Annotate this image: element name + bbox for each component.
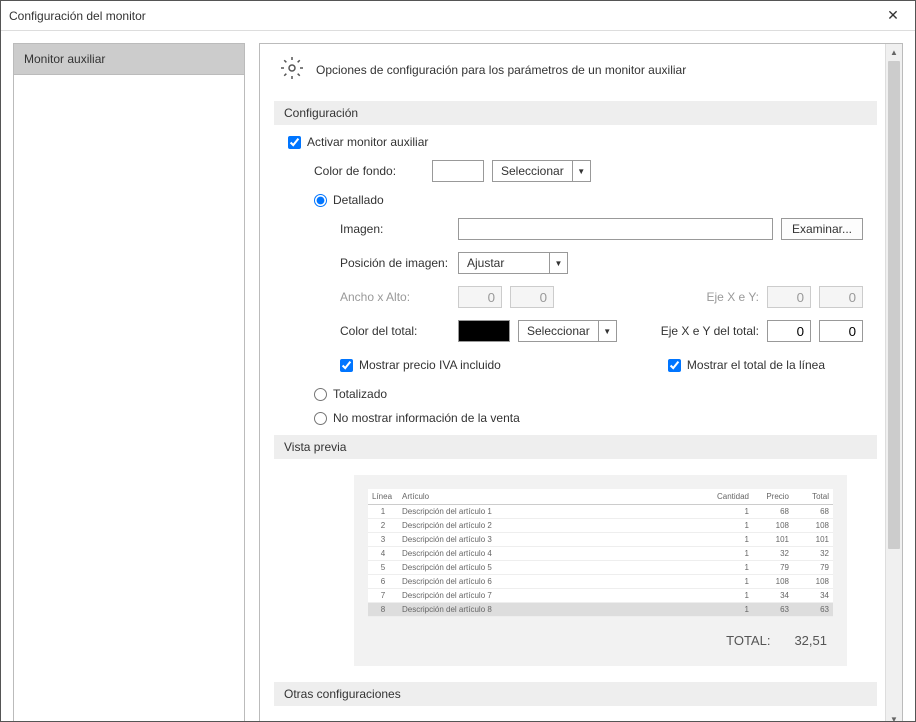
content-panel: Opciones de configuración para los parám…: [259, 43, 903, 721]
image-pos-select[interactable]: Ajustar ▼: [458, 252, 568, 274]
panel-header: Opciones de configuración para los parám…: [274, 56, 877, 83]
scroll-thumb[interactable]: [888, 61, 900, 549]
bg-color-swatch: [432, 160, 484, 182]
activate-monitor-checkbox[interactable]: [288, 136, 301, 149]
table-row: 6Descripción del artículo 61108108: [368, 575, 833, 589]
dims-label: Ancho x Alto:: [340, 290, 450, 304]
image-row: Imagen: Examinar...: [340, 217, 863, 241]
table-row: 3Descripción del artículo 31101101: [368, 533, 833, 547]
image-pos-row: Posición de imagen: Ajustar ▼: [340, 251, 863, 275]
sidebar-item-monitor-auxiliar[interactable]: Monitor auxiliar: [14, 44, 244, 75]
show-flags-row: Mostrar precio IVA incluido Mostrar el t…: [340, 353, 863, 377]
close-button[interactable]: ✕: [879, 6, 907, 26]
mode-detailed-label: Detallado: [333, 193, 384, 207]
mode-totalized-label: Totalizado: [333, 387, 387, 401]
preview-total-value: 32,51: [794, 633, 827, 648]
show-iva-checkbox[interactable]: [340, 359, 353, 372]
col-article: Artículo: [398, 489, 703, 505]
browse-button[interactable]: Examinar...: [781, 218, 863, 240]
mode-totalized-radio[interactable]: [314, 388, 327, 401]
table-row: 8Descripción del artículo 816363: [368, 603, 833, 617]
scroll-track[interactable]: [886, 61, 902, 711]
total-axis-label: Eje X e Y del total:: [661, 324, 759, 338]
total-color-label: Color del total:: [340, 324, 450, 338]
show-iva-label: Mostrar precio IVA incluido: [359, 358, 501, 372]
preview-table: Línea Artículo Cantidad Precio Total 1De…: [368, 489, 833, 617]
col-total: Total: [793, 489, 833, 505]
table-row: 1Descripción del artículo 116868: [368, 505, 833, 519]
total-color-select-button[interactable]: Seleccionar ▼: [518, 320, 617, 342]
gear-icon: [280, 56, 304, 83]
window-title: Configuración del monitor: [9, 9, 879, 23]
col-price: Precio: [753, 489, 793, 505]
total-axis-x-input[interactable]: [767, 320, 811, 342]
panel-title: Opciones de configuración para los parám…: [316, 63, 686, 77]
show-line-total-label: Mostrar el total de la línea: [687, 358, 825, 372]
axis-label: Eje X e Y:: [707, 290, 759, 304]
total-axis-y-input[interactable]: [819, 320, 863, 342]
table-header-row: Línea Artículo Cantidad Precio Total: [368, 489, 833, 505]
total-color-row: Color del total: Seleccionar ▼ Eje X e Y…: [340, 319, 863, 343]
mode-none-row: No mostrar información de la venta: [314, 411, 863, 425]
titlebar: Configuración del monitor ✕: [1, 1, 915, 31]
chevron-down-icon: ▼: [598, 321, 616, 341]
content-wrapper: Monitor auxiliar Opciones de configur: [1, 31, 915, 721]
preview-total-row: TOTAL: 32,51: [368, 617, 833, 652]
section-header-config: Configuración: [274, 101, 877, 125]
width-input: [458, 286, 502, 308]
close-icon: ✕: [887, 7, 899, 24]
config-form: Activar monitor auxiliar Color de fondo:…: [274, 135, 877, 425]
mode-none-label: No mostrar información de la venta: [333, 411, 520, 425]
image-label: Imagen:: [340, 222, 450, 236]
monitor-config-window: Configuración del monitor ✕ Monitor auxi…: [0, 0, 916, 722]
image-pos-label: Posición de imagen:: [340, 256, 450, 270]
table-row: 2Descripción del artículo 21108108: [368, 519, 833, 533]
chevron-down-icon: ▼: [549, 253, 567, 273]
content-inner: Opciones de configuración para los parám…: [260, 44, 885, 721]
section-header-preview: Vista previa: [274, 435, 877, 459]
scroll-up-icon[interactable]: ▲: [886, 44, 902, 61]
scrollbar[interactable]: ▲ ▼: [885, 44, 902, 721]
total-color-swatch: [458, 320, 510, 342]
image-path-input[interactable]: [458, 218, 773, 240]
chevron-down-icon: ▼: [572, 161, 590, 181]
table-row: 5Descripción del artículo 517979: [368, 561, 833, 575]
preview-box: Línea Artículo Cantidad Precio Total 1De…: [354, 475, 847, 666]
sidebar: Monitor auxiliar: [13, 43, 245, 721]
bg-color-label: Color de fondo:: [314, 164, 424, 178]
section-header-other: Otras configuraciones: [274, 682, 877, 706]
table-row: 4Descripción del artículo 413232: [368, 547, 833, 561]
bg-color-select-button[interactable]: Seleccionar ▼: [492, 160, 591, 182]
axis-x-input: [767, 286, 811, 308]
show-line-total-checkbox[interactable]: [668, 359, 681, 372]
col-line: Línea: [368, 489, 398, 505]
activate-monitor-checkbox-row: Activar monitor auxiliar: [288, 135, 863, 149]
dims-row: Ancho x Alto: Eje X e Y:: [340, 285, 863, 309]
mode-detailed-radio[interactable]: [314, 194, 327, 207]
sidebar-item-label: Monitor auxiliar: [24, 52, 105, 66]
mode-totalized-row: Totalizado: [314, 387, 863, 401]
axis-y-input: [819, 286, 863, 308]
table-row: 7Descripción del artículo 713434: [368, 589, 833, 603]
preview-total-label: TOTAL:: [726, 633, 770, 648]
main-area: Monitor auxiliar Opciones de configur: [13, 43, 903, 721]
show-line-total-checkbox-row: Mostrar el total de la línea: [668, 358, 825, 372]
show-iva-checkbox-row: Mostrar precio IVA incluido: [340, 358, 501, 372]
mode-detailed-row: Detallado: [314, 193, 863, 207]
mode-none-radio[interactable]: [314, 412, 327, 425]
scroll-down-icon[interactable]: ▼: [886, 711, 902, 721]
col-qty: Cantidad: [703, 489, 753, 505]
bg-color-row: Color de fondo: Seleccionar ▼: [314, 159, 863, 183]
activate-monitor-label: Activar monitor auxiliar: [307, 135, 428, 149]
height-input: [510, 286, 554, 308]
